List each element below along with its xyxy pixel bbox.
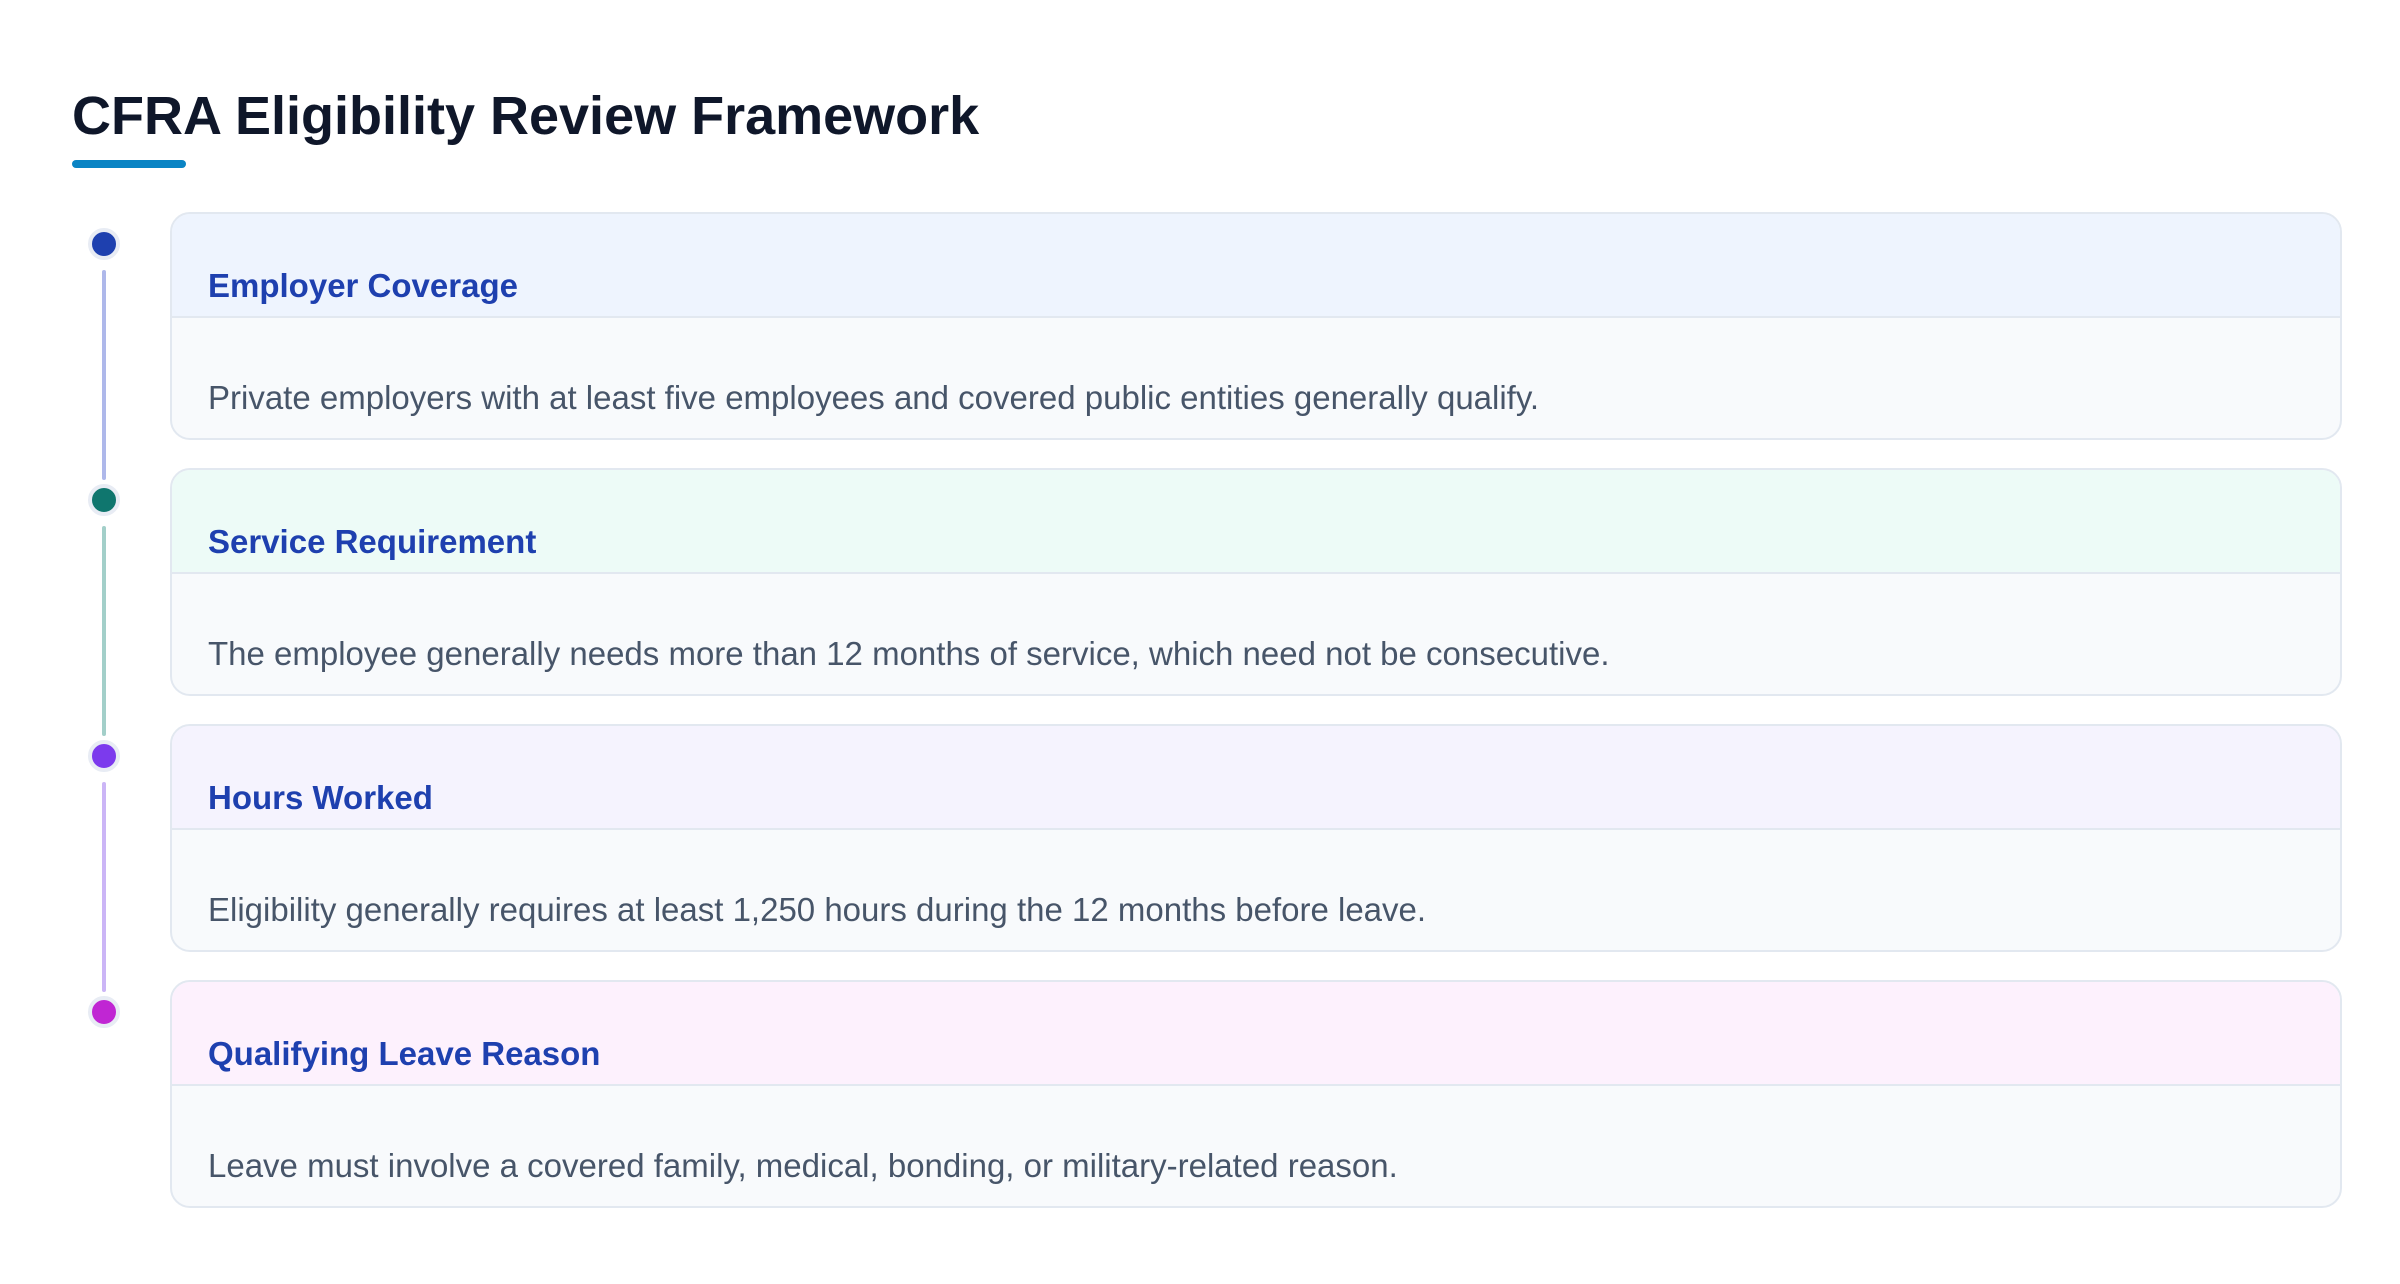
timeline-node <box>88 996 120 1028</box>
step-description: Leave must involve a covered family, med… <box>208 1147 1398 1184</box>
timeline-connector <box>102 526 106 736</box>
step-title: Service Requirement <box>208 523 537 560</box>
timeline-node <box>88 740 120 772</box>
step-card-header <box>172 726 2340 830</box>
step-service-requirement: Service Requirement The employee general… <box>0 468 2400 736</box>
step-hours-worked: Hours Worked Eligibility generally requi… <box>0 724 2400 992</box>
step-description: Eligibility generally requires at least … <box>208 891 1427 928</box>
step-title: Qualifying Leave Reason <box>208 1035 601 1072</box>
step-title: Hours Worked <box>208 779 433 816</box>
step-title: Employer Coverage <box>208 267 518 304</box>
page-title: CFRA Eligibility Review Framework <box>72 86 980 146</box>
step-card: Employer Coverage Private employers with… <box>170 212 2342 440</box>
title-underline <box>72 160 186 168</box>
timeline-connector <box>102 270 106 480</box>
step-description: The employee generally needs more than 1… <box>208 635 1610 672</box>
timeline-node <box>88 484 120 516</box>
timeline-node <box>88 228 120 260</box>
step-qualifying-leave-reason: Qualifying Leave Reason Leave must invol… <box>0 980 2400 1228</box>
step-card: Qualifying Leave Reason Leave must invol… <box>170 980 2342 1208</box>
step-description: Private employers with at least five emp… <box>208 379 1540 416</box>
step-employer-coverage: Employer Coverage Private employers with… <box>0 212 2400 480</box>
step-card: Service Requirement The employee general… <box>170 468 2342 696</box>
timeline-connector <box>102 782 106 992</box>
step-card: Hours Worked Eligibility generally requi… <box>170 724 2342 952</box>
framework-page: CFRA Eligibility Review Framework Employ… <box>0 0 2400 1284</box>
